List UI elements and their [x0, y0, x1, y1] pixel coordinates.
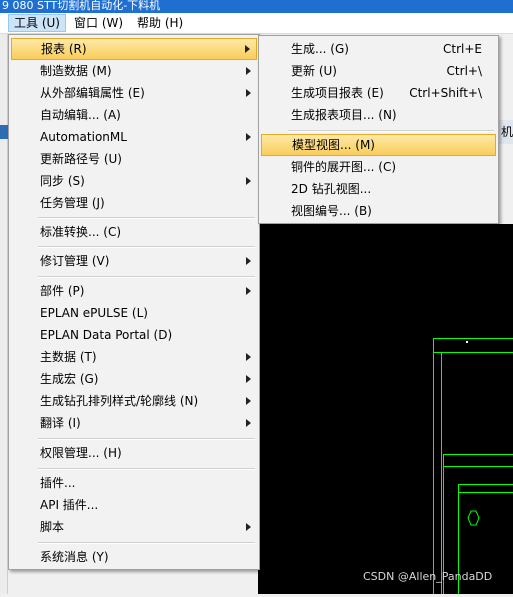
- submenu-arrow-icon: [246, 67, 251, 75]
- submenu-item-copper-unfold-view[interactable]: 铜件的展开图... (C): [261, 156, 496, 178]
- menu-item-auto-edit[interactable]: 自动编辑... (A): [11, 104, 257, 126]
- menu-bar: 工具 (U) 窗口 (W) 帮助 (H): [0, 13, 513, 34]
- menu-item-eplan-data-portal[interactable]: EPLAN Data Portal (D): [11, 324, 257, 346]
- menu-item-label: 生成项目报表 (E): [291, 82, 384, 104]
- menu-item-reports[interactable]: 报表 (R): [11, 38, 257, 60]
- menu-item-label: 同步 (S): [40, 170, 85, 192]
- cad-drawing: [258, 224, 513, 594]
- menu-item-label: 更新 (U): [291, 60, 337, 82]
- submenu-arrow-icon: [246, 523, 251, 531]
- menu-item-label: 生成报表项目... (N): [291, 104, 397, 126]
- menu-separator: [38, 276, 255, 278]
- shortcut-label: Ctrl+\: [447, 60, 482, 82]
- menu-item-label: 插件...: [40, 472, 75, 494]
- menu-item-label: 自动编辑... (A): [40, 104, 121, 126]
- menu-item-label: EPLAN Data Portal (D): [40, 324, 172, 346]
- submenu-item-view-numbering[interactable]: 视图编号... (B): [261, 200, 496, 222]
- window-title: 9 080 STT切割机自动化-下料机: [2, 0, 160, 12]
- submenu-item-model-view[interactable]: 模型视图... (M): [261, 134, 496, 156]
- submenu-item-generate-project-reports[interactable]: 生成项目报表 (E) Ctrl+Shift+\: [261, 82, 496, 104]
- menu-item-translate[interactable]: 翻译 (I): [11, 412, 257, 434]
- menu-item-label: 铜件的展开图... (C): [291, 156, 396, 178]
- submenu-item-update[interactable]: 更新 (U) Ctrl+\: [261, 60, 496, 82]
- menu-item-label: 翻译 (I): [40, 412, 81, 434]
- menu-item-label: 主数据 (T): [40, 346, 97, 368]
- submenu-item-generate[interactable]: 生成... (G) Ctrl+E: [261, 38, 496, 60]
- cad-hex-nut: [468, 511, 479, 525]
- window-title-bar[interactable]: 9 080 STT切割机自动化-下料机: [0, 0, 513, 13]
- menu-item-revision-management[interactable]: 修订管理 (V): [11, 250, 257, 272]
- submenu-arrow-icon: [246, 419, 251, 427]
- submenu-arrow-icon: [246, 133, 251, 141]
- submenu-arrow-icon: [246, 397, 251, 405]
- menu-item-label: 生成... (G): [291, 38, 349, 60]
- menu-item-standard-conversion[interactable]: 标准转换... (C): [11, 221, 257, 243]
- menu-item-label: 生成宏 (G): [40, 368, 98, 390]
- submenu-arrow-icon: [246, 177, 251, 185]
- menu-item-label: 更新路径号 (U): [40, 148, 122, 170]
- submenu-item-generate-report-project[interactable]: 生成报表项目... (N): [261, 104, 496, 126]
- menu-item-scripts[interactable]: 脚本: [11, 516, 257, 538]
- menu-separator: [38, 468, 255, 470]
- submenu-arrow-icon: [246, 257, 251, 265]
- menu-item-update-route-numbers[interactable]: 更新路径号 (U): [11, 148, 257, 170]
- submenu-item-2d-drilling-view[interactable]: 2D 钻孔视图...: [261, 178, 496, 200]
- background-strip-text: 机: [501, 125, 513, 139]
- menu-separator: [38, 438, 255, 440]
- tools-menu: 报表 (R) 制造数据 (M) 从外部编辑属性 (E) 自动编辑... (A) …: [8, 34, 260, 570]
- menu-item-label: 视图编号... (B): [291, 200, 372, 222]
- submenu-arrow-icon: [246, 375, 251, 383]
- menu-item-label: 从外部编辑属性 (E): [40, 82, 145, 104]
- menu-separator: [38, 542, 255, 544]
- menu-item-api-add-ins[interactable]: API 插件...: [11, 494, 257, 516]
- menu-item-label: 脚本: [40, 516, 64, 538]
- menu-separator: [38, 246, 255, 248]
- menu-item-label: AutomationML: [40, 126, 127, 148]
- submenu-arrow-icon: [245, 45, 250, 53]
- menu-window[interactable]: 窗口 (W): [69, 14, 128, 32]
- shortcut-label: Ctrl+E: [443, 38, 482, 60]
- reports-submenu: 生成... (G) Ctrl+E 更新 (U) Ctrl+\ 生成项目报表 (E…: [258, 35, 499, 224]
- menu-help[interactable]: 帮助 (H): [132, 14, 188, 32]
- background-panel-strip: 机: [497, 120, 513, 144]
- menu-item-parts[interactable]: 部件 (P): [11, 280, 257, 302]
- menu-item-manufacturing-data[interactable]: 制造数据 (M): [11, 60, 257, 82]
- menu-item-label: 系统消息 (Y): [40, 546, 109, 568]
- watermark: CSDN @Allen_PandaDD: [363, 570, 492, 583]
- menu-item-add-ins[interactable]: 插件...: [11, 472, 257, 494]
- menu-separator: [288, 130, 494, 132]
- menu-item-eplan-epulse[interactable]: EPLAN ePULSE (L): [11, 302, 257, 324]
- menu-item-label: 任务管理 (J): [40, 192, 105, 214]
- menu-item-label: 制造数据 (M): [40, 60, 112, 82]
- submenu-arrow-icon: [246, 287, 251, 295]
- menu-separator: [38, 217, 255, 219]
- menu-item-label: 权限管理... (H): [40, 442, 122, 464]
- menu-item-label: 模型视图... (M): [292, 135, 375, 155]
- menu-tools[interactable]: 工具 (U): [8, 14, 66, 32]
- menu-item-task-management[interactable]: 任务管理 (J): [11, 192, 257, 214]
- menu-item-master-data[interactable]: 主数据 (T): [11, 346, 257, 368]
- menu-item-label: 修订管理 (V): [40, 250, 109, 272]
- menu-item-label: 报表 (R): [41, 39, 87, 59]
- graphics-editor-canvas[interactable]: [258, 224, 513, 594]
- menu-item-edit-properties-external[interactable]: 从外部编辑属性 (E): [11, 82, 257, 104]
- menu-item-label: 2D 钻孔视图...: [291, 178, 371, 200]
- menu-item-automationml[interactable]: AutomationML: [11, 126, 257, 148]
- menu-item-label: EPLAN ePULSE (L): [40, 302, 148, 324]
- cad-marker-dot: [466, 341, 468, 343]
- menu-item-label: 标准转换... (C): [40, 221, 121, 243]
- menu-item-generate-macros[interactable]: 生成宏 (G): [11, 368, 257, 390]
- left-panel-edge: [0, 34, 8, 594]
- submenu-arrow-icon: [246, 353, 251, 361]
- menu-item-label: 部件 (P): [40, 280, 84, 302]
- menu-item-label: 生成钻孔排列样式/轮廓线 (N): [40, 390, 198, 412]
- submenu-arrow-icon: [246, 89, 251, 97]
- menu-item-drilling-patterns[interactable]: 生成钻孔排列样式/轮廓线 (N): [11, 390, 257, 412]
- menu-item-synchronize[interactable]: 同步 (S): [11, 170, 257, 192]
- shortcut-label: Ctrl+Shift+\: [409, 82, 482, 104]
- menu-item-system-messages[interactable]: 系统消息 (Y): [11, 546, 257, 568]
- menu-item-rights-management[interactable]: 权限管理... (H): [11, 442, 257, 464]
- menu-item-label: API 插件...: [40, 494, 98, 516]
